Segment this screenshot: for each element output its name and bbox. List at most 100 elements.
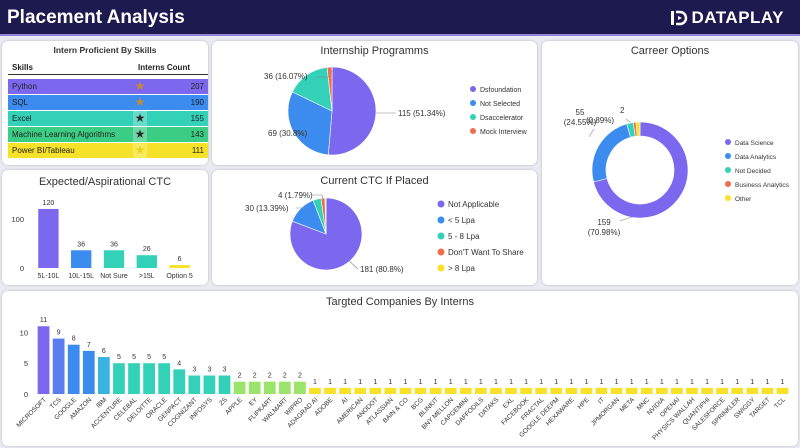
bar (128, 363, 140, 394)
bar (746, 387, 759, 394)
y-tick-label: 0 (24, 390, 28, 399)
data-label: 1 (705, 379, 709, 386)
skill-row: Machine Learning Algorithms ★ 143 (8, 127, 208, 142)
legend-dot (437, 200, 445, 208)
data-label: 8 (72, 336, 76, 343)
skill-count: 190 (190, 98, 204, 107)
data-label: 1 (720, 379, 724, 386)
bar (716, 387, 729, 394)
bar (490, 387, 502, 394)
bar (71, 250, 92, 268)
y-tick-label: 0 (20, 264, 24, 273)
skill-row: SQL ★ 190 (8, 95, 208, 110)
x-tick-label: MICROSOFT (15, 396, 48, 429)
data-label: 1 (328, 379, 332, 386)
data-label: 1 (584, 379, 588, 386)
legend-label: Dsaccelerator (480, 115, 524, 122)
data-label: 36 (16.07%) (264, 72, 308, 81)
career-options-chart: Carreer Options159(70.98%)55(24.55%)(0.8… (564, 45, 790, 237)
bar (535, 387, 548, 394)
data-label: 2 (620, 106, 625, 115)
expected-ctc-chart: Expected/Aspirational CTC 0 100 120 5L-10L 36… (11, 176, 193, 280)
data-label: 69 (30.8%) (268, 129, 307, 138)
bar (67, 344, 80, 394)
legend-dot (470, 86, 476, 92)
data-label: 2 (268, 373, 272, 380)
skill-row: Power BI/Tableau ★ 111 (8, 143, 208, 158)
bar (369, 387, 382, 394)
y-tick-label: 5 (24, 359, 28, 368)
data-label: 1 (419, 379, 423, 386)
chart-title: Internship Programms (320, 45, 429, 57)
x-tick-label: JPMORGAN (590, 396, 621, 427)
pie-slice (327, 66, 377, 156)
y-tick-label: 100 (11, 215, 24, 224)
expected-ctc-panel: Expected/Aspirational CTC 0 100 120 5L-10L 36… (2, 170, 208, 285)
bar (113, 363, 125, 394)
bar (169, 265, 190, 268)
legend-dot (725, 153, 731, 159)
internship-programs-chart: Internship Programms 115 (51.34%) 69 (30.8… (264, 45, 528, 156)
skills-col-count: Interns Count (138, 63, 190, 72)
internship-programs-panel: Internship Programms 115 (51.34%) 69 (30.8… (212, 41, 537, 165)
data-label: 1 (373, 379, 377, 386)
bar (37, 326, 50, 394)
data-label: 5 (132, 354, 136, 361)
label-leader-line (619, 216, 633, 222)
bar (520, 387, 532, 394)
data-label: 4 (177, 360, 181, 367)
data-label: 2 (238, 373, 242, 380)
data-label: 26 (143, 246, 151, 253)
data-label: 30 (13.39%) (245, 204, 289, 213)
legend-label: Don'T Want To Share (448, 248, 524, 257)
legend-label: Other (735, 196, 752, 203)
bar (103, 250, 125, 268)
skills-col-skill: Skills (12, 63, 33, 72)
skills-header: Skills Interns Count (8, 61, 208, 75)
bar (505, 387, 517, 394)
data-label: 1 (630, 379, 634, 386)
data-label: 2 (283, 373, 287, 380)
x-tick-label: >15L (139, 273, 155, 280)
legend-label: Mock Interview (480, 129, 528, 136)
page-title: Placement Analysis (7, 7, 185, 28)
bar (459, 387, 472, 394)
bar (294, 381, 306, 394)
data-label: 1 (524, 379, 528, 386)
legend-label: 5 - 8 Lpa (448, 232, 480, 241)
skill-name: Excel (12, 114, 32, 123)
career-options-panel: Carreer Options 159 (70.98%) 55 (24.55%) (0.8… (542, 41, 798, 285)
data-label: 1 (781, 379, 785, 386)
data-label: 1 (388, 379, 392, 386)
data-label: 1 (479, 379, 483, 386)
data-label: 3 (223, 367, 227, 374)
bar (655, 387, 668, 394)
legend-dot (470, 128, 476, 134)
skill-count: 111 (191, 146, 204, 155)
bar (354, 387, 367, 394)
bar (188, 375, 201, 394)
data-label: 9 (57, 330, 61, 337)
legend-dot (470, 100, 476, 106)
bar (263, 381, 276, 394)
legend-label: Data Science (735, 140, 774, 147)
data-label: 2 (298, 373, 302, 380)
x-tick-label: Option 5 (166, 273, 193, 280)
skills-title: Intern Proficient By Skills (53, 45, 157, 55)
bar (324, 387, 336, 394)
data-label: 1 (750, 379, 754, 386)
x-tick-label: TCL (773, 396, 787, 410)
bar (173, 369, 186, 394)
legend-dot (437, 216, 445, 224)
bar (701, 387, 713, 394)
skill-name: Python (12, 82, 37, 91)
x-tick-label: AI (340, 396, 349, 405)
legend-label: Dsfoundation (480, 87, 521, 94)
data-label: 120 (43, 200, 55, 207)
data-label: 1 (615, 379, 619, 386)
star-rating-icon: ★ (133, 143, 147, 158)
bar (731, 387, 744, 394)
bar (136, 255, 157, 268)
x-tick-label: 5L-10L (38, 273, 60, 280)
current-ctc-chart: Current CTC If Placed 181 (80.8%) 30 (13.3… (245, 175, 524, 274)
